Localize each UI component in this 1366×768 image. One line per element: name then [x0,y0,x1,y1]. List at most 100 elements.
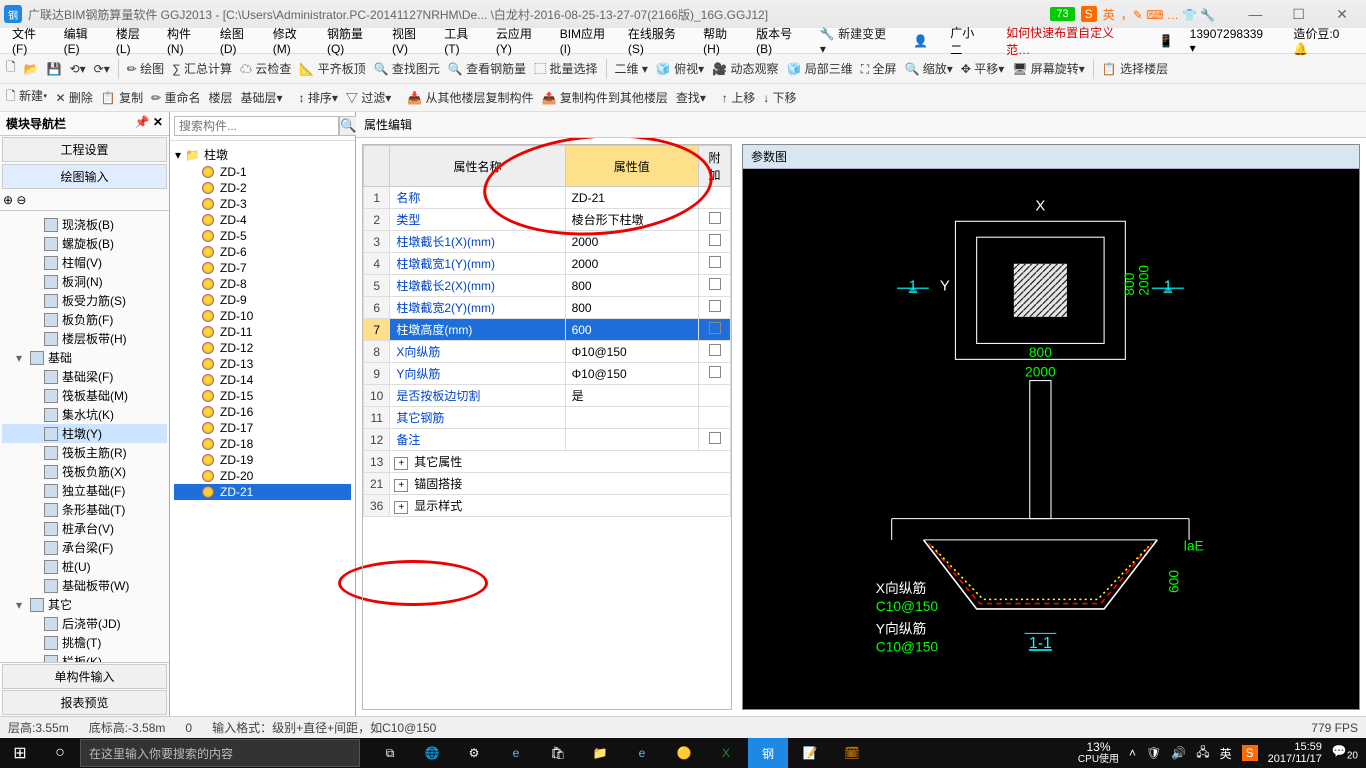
toolbar-button[interactable]: ✥ 平移▾ [961,60,1004,77]
tree-node[interactable]: 挑檐(T) [2,633,167,652]
component-item[interactable]: ZD-2 [174,180,351,196]
help-tip[interactable]: 如何快速布置自定义范… [1000,21,1137,61]
property-row[interactable]: 6柱墩截宽2(Y)(mm)800 [364,297,731,319]
component-item[interactable]: ZD-20 [174,468,351,484]
tree-node[interactable]: 条形基础(T) [2,500,167,519]
toolbar-button[interactable]: 📋 选择楼层 [1102,60,1168,77]
minimize-button[interactable]: — [1235,6,1275,22]
tray-volume-icon[interactable]: 🔊 [1171,746,1186,760]
tree-node[interactable]: 板受力筋(S) [2,291,167,310]
cortana-icon[interactable]: ○ [40,744,80,762]
app-word[interactable]: 📝 [790,738,830,768]
tree-node[interactable]: 柱帽(V) [2,253,167,272]
toolbar-button[interactable]: 🧊 俯视▾ [656,60,704,77]
toolbar-button[interactable]: ⛶ 全屏 [861,60,897,77]
component-item[interactable]: ZD-3 [174,196,351,212]
property-row[interactable]: 2类型棱台形下柱墩 [364,209,731,231]
component-item[interactable]: ZD-8 [174,276,351,292]
toolbar-button[interactable]: 二维 ▾ [615,60,648,77]
toolbar-button[interactable]: ☁ 云检查 [240,60,291,77]
component-item[interactable]: ZD-11 [174,324,351,340]
toolbar-button[interactable]: ↓ 下移 [763,89,796,106]
user-name[interactable]: 广小二 [944,21,990,61]
component-item[interactable]: ZD-7 [174,260,351,276]
tree-node[interactable]: 基础梁(F) [2,367,167,386]
toolbar-button[interactable]: 📥 从其他楼层复制构件 [407,89,533,106]
toolbar-button[interactable]: ⬚ 批量选择 [534,60,597,77]
menu-item[interactable]: 楼层(L) [110,22,159,59]
toolbar-button[interactable]: 💾 [47,62,62,76]
search-input[interactable] [174,116,339,136]
tree-node[interactable]: 筏板负筋(X) [2,462,167,481]
property-row[interactable]: 13+其它属性 [364,451,731,473]
property-grid[interactable]: 属性名称 属性值 附加 1名称ZD-212类型棱台形下柱墩3柱墩截长1(X)(m… [362,144,732,710]
single-component-button[interactable]: 单构件输入 [2,664,167,689]
folder-icon[interactable]: 📁 [580,738,620,768]
app-blue[interactable]: 钢 [748,738,788,768]
toolbar-button[interactable]: 🗋 新建▾ [6,87,47,108]
tray-network-icon[interactable]: 🖧 [1196,743,1209,764]
chrome-icon[interactable]: 🟡 [664,738,704,768]
property-row[interactable]: 5柱墩截长2(X)(mm)800 [364,275,731,297]
toolbar-button[interactable]: 🧊 局部三维 [786,60,852,77]
menu-item[interactable]: 构件(N) [161,22,212,59]
component-item[interactable]: ZD-14 [174,372,351,388]
app-2[interactable]: ⚙ [454,738,494,768]
toolbar-button[interactable]: ✏ 重命名 [151,89,200,106]
tree-node[interactable]: 独立基础(F) [2,481,167,500]
tree-node[interactable]: 桩(U) [2,557,167,576]
new-change-button[interactable]: 🔧 新建变更 ▾ [814,22,897,59]
tree-node[interactable]: 基础板带(W) [2,576,167,595]
component-item[interactable]: ZD-6 [174,244,351,260]
toolbar-button[interactable]: 🔍 缩放▾ [905,60,953,77]
property-row[interactable]: 12备注 [364,429,731,451]
tree-node[interactable]: ▾其它 [2,595,167,614]
project-settings-button[interactable]: 工程设置 [2,137,167,162]
component-item[interactable]: ZD-19 [174,452,351,468]
tree-node[interactable]: 板负筋(F) [2,310,167,329]
toolbar-button[interactable]: ↕ 排序▾ [299,89,338,106]
toolbar-button[interactable]: 查找▾ [676,89,706,106]
property-row[interactable]: 10是否按板边切割是 [364,385,731,407]
component-item[interactable]: ZD-1 [174,164,351,180]
toolbar-button[interactable]: 📂 [24,62,39,76]
toolbar-button[interactable]: ∑ 汇总计算 [172,60,232,77]
toolbar-button[interactable]: 🔍 查找图元 [374,60,440,77]
component-item[interactable]: ZD-15 [174,388,351,404]
property-row[interactable]: 36+显示样式 [364,495,731,517]
component-item[interactable]: ZD-18 [174,436,351,452]
user-icon[interactable]: 👤 [907,31,934,51]
menu-item[interactable]: 云应用(Y) [490,22,552,59]
toolbar-button[interactable]: 基础层▾ [241,89,283,106]
tree-node[interactable]: 现浇板(B) [2,215,167,234]
component-item[interactable]: ZD-16 [174,404,351,420]
toolbar-button[interactable]: ↑ 上移 [722,89,755,106]
component-root[interactable]: ▾📁 柱墩 [174,145,351,164]
tree-node[interactable]: 板洞(N) [2,272,167,291]
cpu-meter[interactable]: 13%CPU使用 [1078,741,1119,765]
edge-icon[interactable]: e [496,738,536,768]
component-item[interactable]: ZD-12 [174,340,351,356]
tree-node[interactable]: 桩承台(V) [2,519,167,538]
toolbar-button[interactable]: 📐 平齐板顶 [299,60,365,77]
taskbar-search[interactable]: 在这里输入你要搜索的内容 [80,739,360,767]
property-row[interactable]: 1名称ZD-21 [364,187,731,209]
tray-notifications-icon[interactable]: 💬20 [1332,744,1358,761]
tree-node[interactable]: 筏板主筋(R) [2,443,167,462]
tree-node[interactable]: 栏板(K) [2,652,167,662]
toolbar-button[interactable]: ▽ 过滤▾ [346,89,391,106]
app-calc[interactable]: 🗓 [832,738,872,768]
tray-up-icon[interactable]: ˄ [1129,746,1136,760]
menu-item[interactable]: BIM应用(I) [554,22,620,59]
tree-node[interactable]: 柱墩(Y) [2,424,167,443]
toolbar-button[interactable]: ✏ 绘图 [127,60,164,77]
menu-item[interactable]: 绘图(D) [214,22,265,59]
component-item[interactable]: ZD-9 [174,292,351,308]
menu-item[interactable]: 在线服务(S) [622,22,695,59]
nav-pin-icon[interactable]: 📌 ✕ [135,115,163,132]
component-item[interactable]: ZD-17 [174,420,351,436]
draw-input-button[interactable]: 绘图输入 [2,164,167,189]
search-button[interactable]: 🔍 [339,116,358,136]
ie-icon[interactable]: e [622,738,662,768]
report-preview-button[interactable]: 报表预览 [2,690,167,715]
